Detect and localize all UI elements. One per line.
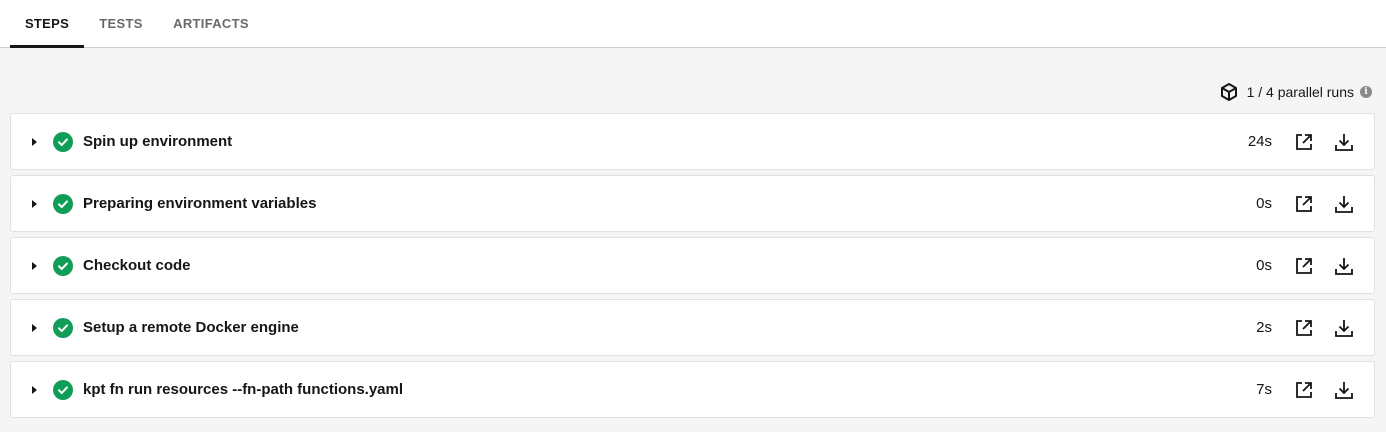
- step-row[interactable]: Checkout code 0s: [10, 237, 1375, 294]
- expand-caret-icon[interactable]: [32, 199, 37, 208]
- tab-steps[interactable]: STEPS: [10, 0, 84, 48]
- step-duration: 2s: [1256, 319, 1272, 336]
- success-check-icon: [53, 317, 73, 338]
- download-icon[interactable]: [1333, 255, 1355, 277]
- step-name: Spin up environment: [83, 133, 233, 150]
- open-external-icon[interactable]: [1293, 255, 1315, 277]
- step-row[interactable]: Spin up environment 24s: [10, 113, 1375, 170]
- download-icon[interactable]: [1333, 317, 1355, 339]
- download-icon[interactable]: [1333, 131, 1355, 153]
- step-actions: 2s: [1256, 300, 1374, 355]
- download-icon[interactable]: [1333, 379, 1355, 401]
- step-duration: 24s: [1247, 133, 1272, 150]
- box-icon: [1219, 82, 1239, 102]
- success-check-icon: [53, 379, 73, 400]
- step-name: Preparing environment variables: [83, 195, 317, 212]
- step-actions: 24s: [1248, 114, 1374, 169]
- step-name: Setup a remote Docker engine: [83, 319, 299, 336]
- tab-tests[interactable]: TESTS: [84, 0, 158, 47]
- success-check-icon: [53, 131, 73, 152]
- open-external-icon[interactable]: [1293, 379, 1315, 401]
- open-external-icon[interactable]: [1293, 131, 1315, 153]
- step-actions: 7s: [1256, 362, 1374, 417]
- parallel-runs-indicator: 1 / 4 parallel runs i: [1219, 80, 1372, 104]
- step-row[interactable]: Preparing environment variables 0s: [10, 175, 1375, 232]
- parallel-runs-label: 1 / 4 parallel runs: [1246, 84, 1354, 100]
- step-row[interactable]: kpt fn run resources --fn-path functions…: [10, 361, 1375, 418]
- steps-list: Spin up environment 24s Preparing enviro…: [10, 113, 1375, 423]
- info-icon[interactable]: i: [1360, 86, 1372, 98]
- step-row[interactable]: Setup a remote Docker engine 2s: [10, 299, 1375, 356]
- open-external-icon[interactable]: [1293, 193, 1315, 215]
- tab-artifacts[interactable]: ARTIFACTS: [158, 0, 264, 47]
- step-duration: 0s: [1256, 257, 1272, 274]
- expand-caret-icon[interactable]: [32, 323, 37, 332]
- open-external-icon[interactable]: [1293, 317, 1315, 339]
- download-icon[interactable]: [1333, 193, 1355, 215]
- success-check-icon: [53, 193, 73, 214]
- step-name: kpt fn run resources --fn-path functions…: [83, 381, 404, 398]
- expand-caret-icon[interactable]: [32, 137, 37, 146]
- success-check-icon: [53, 255, 73, 276]
- step-actions: 0s: [1256, 238, 1374, 293]
- step-duration: 7s: [1256, 381, 1272, 398]
- expand-caret-icon[interactable]: [32, 261, 37, 270]
- tab-bar: STEPS TESTS ARTIFACTS: [0, 0, 1386, 48]
- step-actions: 0s: [1256, 176, 1374, 231]
- step-name: Checkout code: [83, 257, 191, 274]
- expand-caret-icon[interactable]: [32, 385, 37, 394]
- step-duration: 0s: [1256, 195, 1272, 212]
